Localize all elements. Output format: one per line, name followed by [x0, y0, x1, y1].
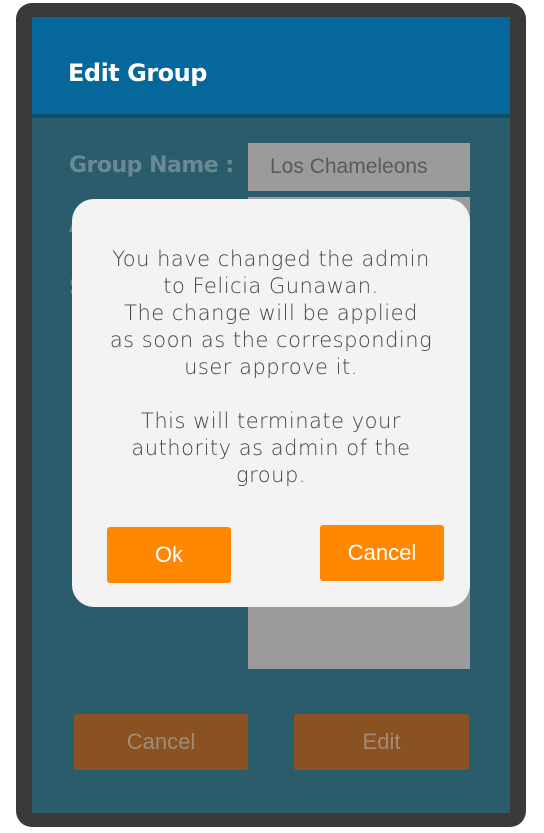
- dialog-cancel-button[interactable]: Cancel: [320, 525, 444, 581]
- dialog-message: You have changed the admin to Felicia Gu…: [72, 246, 470, 489]
- confirmation-dialog: You have changed the admin to Felicia Gu…: [72, 199, 470, 607]
- dialog-message-paragraph-1: You have changed the admin to Felicia Gu…: [109, 247, 433, 379]
- group-name-input[interactable]: [248, 143, 470, 191]
- app-header: Edit Group: [32, 17, 510, 118]
- group-name-label: Group Name :: [69, 153, 234, 178]
- edit-button[interactable]: Edit: [294, 714, 469, 770]
- page-title: Edit Group: [68, 59, 207, 87]
- dialog-ok-button[interactable]: Ok: [107, 527, 231, 583]
- dialog-message-paragraph-2: This will terminate your authority as ad…: [131, 409, 411, 487]
- cancel-button[interactable]: Cancel: [74, 714, 248, 770]
